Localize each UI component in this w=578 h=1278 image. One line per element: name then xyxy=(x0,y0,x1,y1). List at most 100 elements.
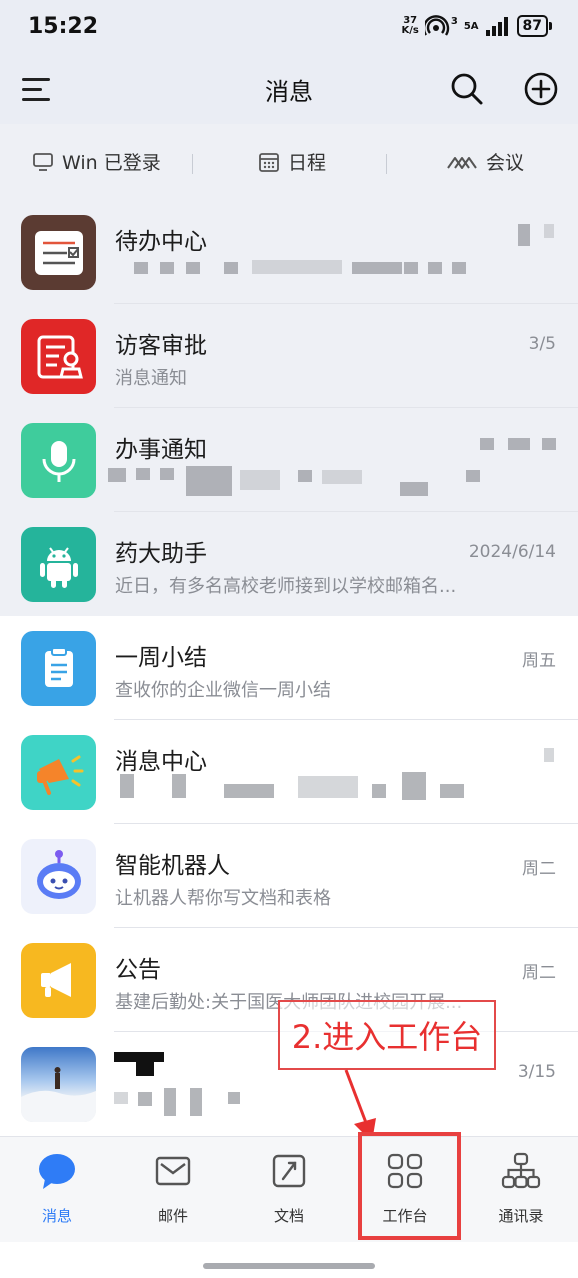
list-item-subtitle: 让机器人帮你写文档和表格 xyxy=(115,888,331,909)
home-indicator[interactable] xyxy=(203,1263,375,1269)
add-icon[interactable] xyxy=(522,70,560,108)
divider xyxy=(192,154,193,174)
list-item-time: 2024/6/14 xyxy=(468,542,556,562)
megaphone-icon xyxy=(21,735,96,810)
quick-actions-bar: Win 已登录 日程 会议 xyxy=(0,124,578,200)
list-item-title: 公告 xyxy=(115,957,161,983)
photo-avatar xyxy=(21,1047,96,1122)
list-item-title: 智能机器人 xyxy=(115,853,230,879)
redacted-text xyxy=(114,1092,128,1104)
redacted-text xyxy=(298,776,358,798)
list-item[interactable]: 消息中心 xyxy=(0,720,578,824)
list-item[interactable]: 访客审批 消息通知 3/5 xyxy=(0,304,578,408)
quick-item-win-login[interactable]: Win 已登录 xyxy=(32,148,161,175)
list-item-subtitle: 消息通知 xyxy=(115,368,187,389)
tab-contacts[interactable]: 通讯录 xyxy=(466,1151,576,1226)
list-item-subtitle: 查收你的企业微信一周小结 xyxy=(115,680,331,701)
battery-cap xyxy=(549,22,552,30)
hotspot-icon xyxy=(424,15,449,36)
annotation-callout: 2.进入工作台 xyxy=(278,1000,496,1070)
quick-item-label: 日程 xyxy=(288,152,327,174)
redacted-text xyxy=(404,262,418,274)
redacted-text xyxy=(352,262,402,274)
list-item[interactable]: 待办中心 xyxy=(0,200,578,304)
status-time: 15:22 xyxy=(28,14,99,39)
search-icon[interactable] xyxy=(448,70,486,108)
redacted-text xyxy=(298,470,312,482)
quick-item-schedule[interactable]: 日程 xyxy=(258,148,326,175)
list-item-title: 消息中心 xyxy=(115,749,207,775)
header: 消息 xyxy=(0,56,578,124)
tab-label: 文档 xyxy=(273,1207,304,1225)
quick-item-label: 会议 xyxy=(486,152,525,174)
list-item-time: 3/15 xyxy=(517,1062,556,1082)
announcement-icon xyxy=(21,943,96,1018)
tab-label: 邮件 xyxy=(157,1207,188,1225)
chat-bubble-icon xyxy=(39,1154,75,1189)
page-title: 消息 xyxy=(265,78,313,106)
robot-icon xyxy=(21,839,96,914)
todo-icon xyxy=(21,215,96,290)
android-icon xyxy=(21,527,96,602)
quick-item-label: Win 已登录 xyxy=(62,152,161,174)
redacted-title xyxy=(136,1060,154,1076)
redacted-text xyxy=(240,470,280,490)
list-item-title: 待办中心 xyxy=(115,229,207,255)
redacted-text xyxy=(164,1088,176,1116)
list-item-title: 访客审批 xyxy=(115,333,207,359)
cell-signal-icon xyxy=(485,17,508,36)
redacted-time xyxy=(518,224,530,246)
microphone-icon xyxy=(21,423,96,498)
list-item-time: 周二 xyxy=(522,859,556,879)
redacted-text xyxy=(252,260,342,274)
signal-b-label: 5A xyxy=(463,20,479,32)
list-item-time: 3/5 xyxy=(528,334,556,354)
redacted-text xyxy=(224,262,238,274)
redacted-time xyxy=(508,438,530,450)
quick-item-meeting[interactable]: 会议 xyxy=(446,148,524,175)
list-item-subtitle: 近日，有多名高校老师接到以学校邮箱名... xyxy=(115,576,457,597)
redacted-text xyxy=(134,262,148,274)
redacted-text xyxy=(452,262,466,274)
contacts-org-icon xyxy=(501,1152,541,1189)
list-item[interactable]: 药大助手 近日，有多名高校老师接到以学校邮箱名... 2024/6/14 xyxy=(0,512,578,616)
list-item[interactable]: 办事通知 xyxy=(0,408,578,512)
visitor-approval-icon xyxy=(21,319,96,394)
list-item[interactable]: 一周小结 查收你的企业微信一周小结 周五 xyxy=(0,616,578,720)
list-item[interactable]: 智能机器人 让机器人帮你写文档和表格 周二 xyxy=(0,824,578,928)
list-item-time: 周五 xyxy=(522,651,556,671)
redacted-text xyxy=(108,468,126,482)
document-icon xyxy=(272,1154,306,1188)
status-icons: 37 K/s 3 5A 87 xyxy=(401,15,552,37)
redacted-text xyxy=(186,262,200,274)
bottom-tab-bar: 消息 邮件 文档 工作台 通讯录 xyxy=(0,1136,578,1242)
redacted-time xyxy=(544,748,554,762)
list-item-time: 周二 xyxy=(522,963,556,983)
redacted-text xyxy=(322,470,362,484)
redacted-text xyxy=(190,1088,202,1116)
list-item-title: 办事通知 xyxy=(115,437,207,463)
redacted-time xyxy=(542,438,556,450)
tab-documents[interactable]: 文档 xyxy=(234,1151,344,1226)
redacted-text xyxy=(172,774,186,798)
list-item-title: 一周小结 xyxy=(115,645,207,671)
clipboard-icon xyxy=(21,631,96,706)
redacted-text xyxy=(228,1092,240,1104)
monitor-icon xyxy=(33,152,53,171)
redacted-text xyxy=(120,774,134,798)
status-bar: 15:22 37 K/s 3 5A 87 xyxy=(0,0,578,56)
meeting-icon xyxy=(447,156,477,169)
redacted-text xyxy=(160,262,174,274)
network-speed: 37 K/s xyxy=(401,15,419,36)
calendar-icon xyxy=(259,152,279,172)
redacted-text xyxy=(428,262,442,274)
redacted-text xyxy=(138,1092,152,1106)
signal-a-label: 3 xyxy=(450,15,458,27)
redacted-text xyxy=(224,784,274,798)
redacted-text xyxy=(440,784,464,798)
mail-icon xyxy=(155,1156,191,1186)
redacted-text xyxy=(160,468,174,480)
battery-level: 87 xyxy=(516,15,548,37)
tab-mail[interactable]: 邮件 xyxy=(118,1151,228,1226)
tab-messages[interactable]: 消息 xyxy=(2,1151,112,1226)
